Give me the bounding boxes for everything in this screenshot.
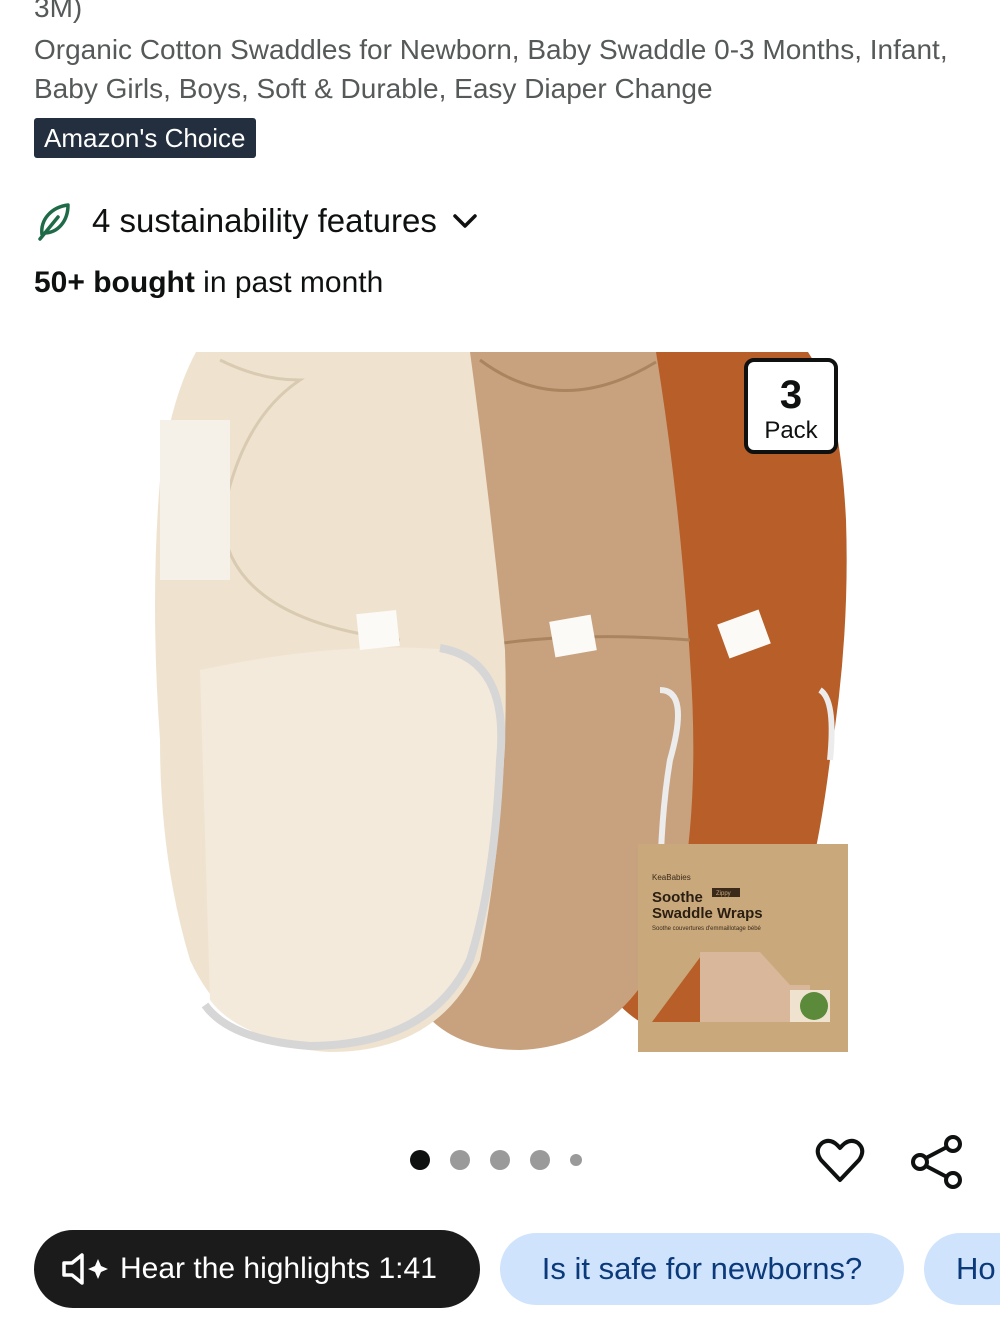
chevron-down-icon (453, 214, 477, 228)
question-chip-1[interactable]: Is it safe for newborns? (500, 1233, 904, 1305)
sustainability-features[interactable]: 4 sustainability features (34, 196, 479, 246)
box-line1: Soothe (652, 889, 703, 906)
carousel-dot-5[interactable] (570, 1154, 582, 1166)
question-chip-2[interactable]: Ho (924, 1233, 1000, 1305)
box-sub: Soothe couvertures d'emmaillotage bébé (652, 926, 762, 932)
box-line2: Swaddle Wraps (652, 905, 763, 922)
hear-highlights-label: Hear the highlights 1:41 (120, 1252, 437, 1285)
question-chip-2-label: Ho (956, 1251, 996, 1286)
bought-bold: 50+ bought (34, 266, 195, 299)
carousel-dot-4[interactable] (530, 1150, 550, 1170)
leaf-icon (38, 203, 70, 241)
bought-count: 50+ bought in past month (34, 266, 383, 300)
amazons-choice-badge[interactable]: Amazon's Choice (34, 118, 256, 158)
pack-number: 3 (779, 373, 803, 417)
speaker-sparkle-icon (62, 1253, 108, 1285)
carousel-dots[interactable] (410, 1150, 582, 1170)
share-icon[interactable] (910, 1134, 964, 1190)
question-chip-1-label: Is it safe for newborns? (541, 1251, 863, 1286)
pack-label: Pack (764, 417, 818, 444)
carousel-dot-3[interactable] (490, 1150, 510, 1170)
heart-icon[interactable] (814, 1134, 866, 1186)
product-title[interactable]: Organic Cotton Swaddles for Newborn, Bab… (34, 30, 974, 108)
carousel-dot-1[interactable] (410, 1150, 430, 1170)
box-brand: KeaBabies (652, 873, 691, 882)
hear-highlights-button[interactable]: Hear the highlights 1:41 (34, 1230, 480, 1308)
product-box: KeaBabies Soothe Zippy Swaddle Wraps Soo… (638, 844, 848, 1052)
box-tag: Zippy (716, 891, 731, 897)
sustainability-label: 4 sustainability features (92, 202, 437, 239)
bought-rest: in past month (194, 266, 384, 299)
pack-badge: 3 Pack (744, 358, 838, 454)
title-tail: 3M) (34, 0, 83, 23)
carousel-dot-2[interactable] (450, 1150, 470, 1170)
